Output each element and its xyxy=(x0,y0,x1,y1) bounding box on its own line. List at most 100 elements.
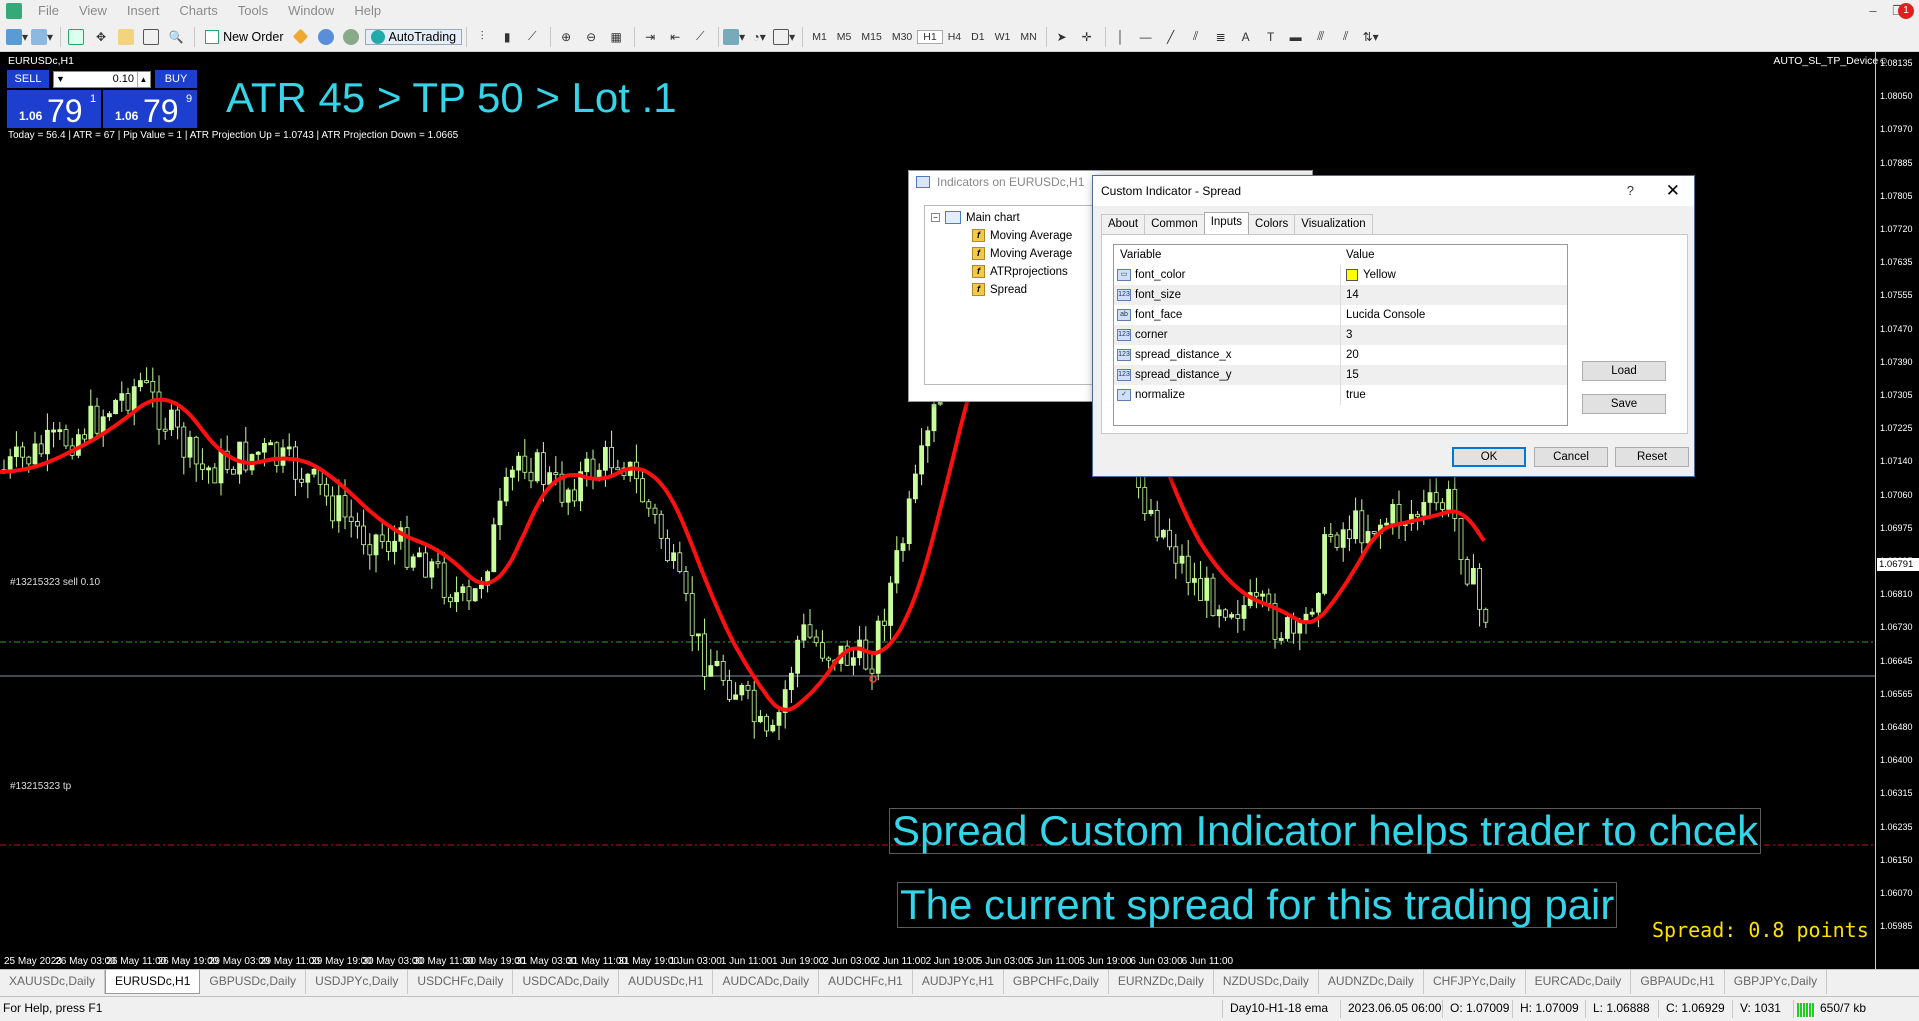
chart-shift-icon[interactable]: ⇤ xyxy=(664,26,686,48)
load-button[interactable]: Load xyxy=(1582,361,1666,381)
timeframe-h4[interactable]: H4 xyxy=(943,31,966,43)
symbol-tab-gbpjpyc-daily[interactable]: GBPJPYc,Daily xyxy=(1725,970,1828,994)
copy-icon[interactable] xyxy=(315,26,337,48)
shapes-icon[interactable]: ⫽ xyxy=(1335,26,1357,48)
trendline-icon[interactable]: ╱ xyxy=(1160,26,1182,48)
terminal-icon[interactable] xyxy=(140,26,162,48)
tab-visualization[interactable]: Visualization xyxy=(1294,214,1373,234)
periods-icon[interactable]: ◔▾ xyxy=(748,26,770,48)
horizontal-line-icon[interactable]: — xyxy=(1135,26,1157,48)
new-chart-icon[interactable]: ▾ xyxy=(6,26,28,48)
tab-about[interactable]: About xyxy=(1101,214,1146,234)
input-value[interactable]: 14 xyxy=(1346,285,1359,305)
market-watch-icon[interactable] xyxy=(65,26,87,48)
cancel-button[interactable]: Cancel xyxy=(1534,447,1608,467)
gann-icon[interactable]: ⫻ xyxy=(1310,26,1332,48)
sell-button[interactable]: SELL xyxy=(7,70,49,88)
line-studies-icon[interactable]: ⟋ xyxy=(689,26,711,48)
tree-item-moving-average-1[interactable]: f Moving Average xyxy=(972,229,1072,242)
line-chart-icon[interactable]: ⟋ xyxy=(521,26,543,48)
timeframe-m15[interactable]: M15 xyxy=(856,31,886,43)
symbol-tab-gbpaudc-h1[interactable]: GBPAUDc,H1 xyxy=(1631,970,1725,994)
arrows-icon[interactable]: ▬ xyxy=(1285,26,1307,48)
menu-file[interactable]: File xyxy=(28,0,69,22)
symbol-tab-usdcadc-daily[interactable]: USDCADc,Daily xyxy=(513,970,620,994)
input-row-font-face[interactable]: ab font_face Lucida Console xyxy=(1114,305,1567,325)
zoom-in-icon[interactable]: ⊕ xyxy=(555,26,577,48)
symbol-tab-usdchfc-daily[interactable]: USDCHFc,Daily xyxy=(408,970,514,994)
chart-window[interactable]: EURUSDc,H1 AUTO_SL_TP_Device☺ SELL ▼ 0.1… xyxy=(0,52,1919,969)
tab-colors[interactable]: Colors xyxy=(1248,214,1296,234)
equidistant-channel-icon[interactable]: ⫽ xyxy=(1185,26,1207,48)
lot-up-icon[interactable]: ▲ xyxy=(137,72,149,87)
symbol-tab-gbpchfc-daily[interactable]: GBPCHFc,Daily xyxy=(1004,970,1109,994)
lot-dropdown-icon[interactable]: ▼ xyxy=(56,72,68,87)
symbol-tab-eurnzdc-daily[interactable]: EURNZDc,Daily xyxy=(1109,970,1214,994)
menu-help[interactable]: Help xyxy=(344,0,391,22)
indicators-icon[interactable]: ▾ xyxy=(723,26,745,48)
crosshair-icon[interactable]: ✛ xyxy=(1076,26,1098,48)
input-value[interactable]: true xyxy=(1346,385,1366,405)
text-label-icon[interactable]: T xyxy=(1260,26,1282,48)
price-scale[interactable]: 1.08135 1.08050 1.07970 1.07885 1.07805 1.077… xyxy=(1875,52,1919,969)
symbol-tab-xauusdc-daily[interactable]: XAUUSDc,Daily xyxy=(0,970,106,994)
input-value[interactable]: Yellow xyxy=(1346,265,1396,285)
symbol-tab-gbpusdc-daily[interactable]: GBPUSDc,Daily xyxy=(200,970,307,994)
input-row-spread-distance-x[interactable]: 123 spread_distance_x 20 xyxy=(1114,345,1567,365)
bar-chart-icon[interactable]: ⫶ xyxy=(471,26,493,48)
timeframe-m30[interactable]: M30 xyxy=(887,31,917,43)
candlestick-icon[interactable]: ▮ xyxy=(496,26,518,48)
vertical-line-icon[interactable]: │ xyxy=(1110,26,1132,48)
ask-price-display[interactable]: 1.06 79 9 xyxy=(103,90,197,128)
signals-icon[interactable] xyxy=(340,26,362,48)
menu-charts[interactable]: Charts xyxy=(169,0,227,22)
strategy-tester-icon[interactable]: 🔍 xyxy=(165,26,187,48)
menu-tools[interactable]: Tools xyxy=(228,0,278,22)
close-icon[interactable]: ✕ xyxy=(1666,176,1680,206)
timeframe-m5[interactable]: M5 xyxy=(832,31,857,43)
menu-view[interactable]: View xyxy=(69,0,117,22)
symbol-tab-audusdc-h1[interactable]: AUDUSDc,H1 xyxy=(619,970,714,994)
lot-size-input[interactable]: ▼ 0.10 ▲ xyxy=(53,71,151,88)
help-icon[interactable]: ? xyxy=(1627,176,1634,206)
minimize-icon[interactable]: – xyxy=(1862,2,1884,20)
symbol-tab-eurusdc-h1[interactable]: EURUSDc,H1 xyxy=(105,970,201,994)
tab-inputs[interactable]: Inputs xyxy=(1203,212,1250,234)
zoom-out-icon[interactable]: ⊖ xyxy=(580,26,602,48)
timeframe-h1[interactable]: H1 xyxy=(917,29,943,44)
symbol-tab-nzdusdc-daily[interactable]: NZDUSDc,Daily xyxy=(1214,970,1319,994)
timeframe-w1[interactable]: W1 xyxy=(990,31,1016,43)
timeframe-m1[interactable]: M1 xyxy=(807,31,832,43)
symbol-tab-audchfc-h1[interactable]: AUDCHFc,H1 xyxy=(819,970,913,994)
symbol-tab-audnzdc-daily[interactable]: AUDNZDc,Daily xyxy=(1319,970,1424,994)
tree-item-atrprojections[interactable]: f ATRprojections xyxy=(972,265,1068,278)
input-value[interactable]: Lucida Console xyxy=(1346,305,1425,325)
symbol-tab-eurcadc-daily[interactable]: EURCADc,Daily xyxy=(1526,970,1632,994)
cursor-icon[interactable]: ➤ xyxy=(1051,26,1073,48)
timeframe-d1[interactable]: D1 xyxy=(966,31,989,43)
tile-windows-icon[interactable]: ▦ xyxy=(605,26,627,48)
tab-common[interactable]: Common xyxy=(1144,214,1205,234)
input-value[interactable]: 20 xyxy=(1346,345,1359,365)
navigator-icon[interactable] xyxy=(115,26,137,48)
timeframe-mn[interactable]: MN xyxy=(1015,31,1041,43)
metaeditor-icon[interactable] xyxy=(290,26,312,48)
menu-window[interactable]: Window xyxy=(278,0,344,22)
autoscroll-icon[interactable]: ⇥ xyxy=(639,26,661,48)
input-row-normalize[interactable]: ✓ normalize true xyxy=(1114,385,1567,405)
symbol-tab-chfjpyc-daily[interactable]: CHFJPYc,Daily xyxy=(1424,970,1526,994)
fibonacci-icon[interactable]: ≣ xyxy=(1210,26,1232,48)
tree-main-chart[interactable]: − Main chart xyxy=(931,211,1020,224)
templates-icon[interactable]: ▾ xyxy=(773,26,795,48)
text-icon[interactable]: A xyxy=(1235,26,1257,48)
notification-badge[interactable]: 1 xyxy=(1898,3,1914,19)
reset-button[interactable]: Reset xyxy=(1615,447,1689,467)
ok-button[interactable]: OK xyxy=(1452,447,1526,467)
data-window-icon[interactable]: ✥ xyxy=(90,26,112,48)
collapse-icon[interactable]: − xyxy=(931,213,940,222)
buy-button[interactable]: BUY xyxy=(155,70,197,88)
input-row-spread-distance-y[interactable]: 123 spread_distance_y 15 xyxy=(1114,365,1567,385)
profiles-icon[interactable]: ▾ xyxy=(31,26,53,48)
autotrading-button[interactable]: AutoTrading xyxy=(364,28,463,45)
objects-menu-icon[interactable]: ⇅▾ xyxy=(1360,26,1382,48)
